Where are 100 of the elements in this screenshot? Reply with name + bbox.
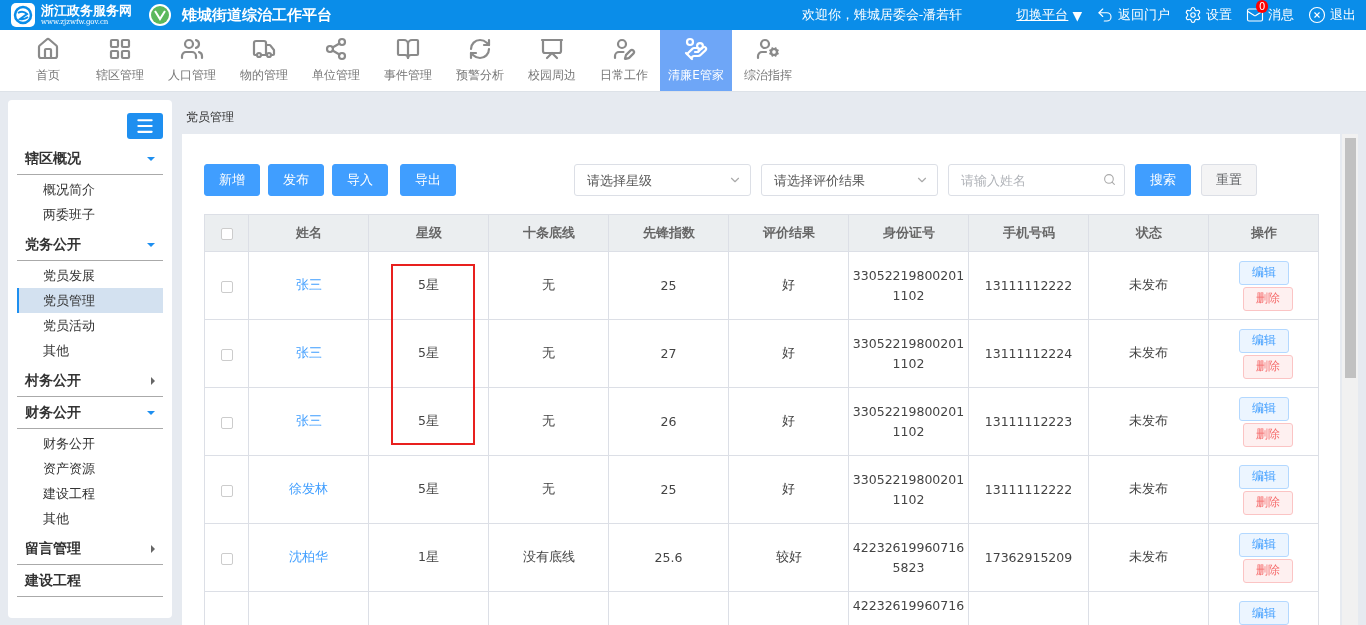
network-icon xyxy=(324,37,348,61)
nav-tab[interactable]: 首页 xyxy=(12,30,84,91)
column-header: 状态 xyxy=(1135,224,1162,240)
delete-button[interactable]: 删除 xyxy=(1242,286,1293,311)
sidebar-item[interactable]: 两委班子 xyxy=(17,202,163,227)
name-link[interactable]: 张三 xyxy=(295,413,322,428)
column-header: 先锋指数 xyxy=(642,224,695,240)
sidebar-item[interactable]: 资产资源 xyxy=(17,456,163,481)
edit-button[interactable]: 编辑 xyxy=(1238,532,1289,557)
table-cell: 未发布 xyxy=(1129,481,1168,496)
sidebar-item[interactable]: 概况简介 xyxy=(17,177,163,202)
table-cell-text: 42232619960716 xyxy=(852,597,965,615)
search-button[interactable]: 搜索 xyxy=(1135,164,1191,196)
sidebar-group[interactable]: 财务公开 xyxy=(17,397,163,429)
search-field[interactable]: 请输入姓名 xyxy=(948,164,1125,196)
table-cell: 无 xyxy=(542,345,555,360)
row-checkbox[interactable] xyxy=(220,416,233,429)
nav-tab[interactable]: 辖区管理 xyxy=(84,30,156,91)
user-pen-icon xyxy=(612,37,636,61)
row-checkbox[interactable] xyxy=(220,552,233,565)
nav-tab[interactable]: 校园周边 xyxy=(516,30,588,91)
undo-arrow-icon xyxy=(1096,6,1114,24)
platform-title: 雉城街道综治工作平台 xyxy=(182,5,332,25)
book-icon xyxy=(396,37,420,61)
table-cell: 26 xyxy=(660,414,677,429)
table-cell: 5星 xyxy=(418,481,439,496)
caret-right-icon xyxy=(151,544,155,553)
row-checkbox[interactable] xyxy=(220,348,233,361)
sidebar-group[interactable]: 留言管理 xyxy=(17,533,163,565)
people-icon xyxy=(180,37,204,61)
edit-button[interactable]: 编辑 xyxy=(1238,260,1289,285)
select-all-checkbox[interactable] xyxy=(220,228,233,240)
sidebar-item[interactable]: 党员发展 xyxy=(17,263,163,288)
column-header: 评价结果 xyxy=(762,224,815,240)
sidebar-item[interactable]: 党员活动 xyxy=(17,313,163,338)
table-cell: 未发布 xyxy=(1129,345,1168,360)
table-cell: 5星 xyxy=(418,277,439,292)
column-header: 星级 xyxy=(415,224,442,240)
back-link[interactable]: 返回门户 xyxy=(1096,6,1170,24)
select-field[interactable]: 请选择评价结果 xyxy=(761,164,938,196)
messages-link[interactable]: 消息 xyxy=(1268,6,1294,24)
logout-link[interactable]: 退出 xyxy=(1308,6,1356,24)
delete-button[interactable]: 删除 xyxy=(1242,422,1293,447)
sidebar-item[interactable]: 党员管理 xyxy=(17,288,163,313)
nav-tab[interactable]: 预警分析 xyxy=(444,30,516,91)
nav-tab[interactable]: 日常工作 xyxy=(588,30,660,91)
table-cell-text: 330522198002011102 xyxy=(852,402,965,441)
nav-tab[interactable]: 清廉E管家 xyxy=(660,30,732,91)
table-cell: 13111112223 xyxy=(984,414,1073,429)
row-checkbox[interactable] xyxy=(220,280,233,293)
portal-name: 浙江政务服务网 xyxy=(41,4,132,17)
select-field[interactable]: 请选择星级 xyxy=(574,164,751,196)
row-checkbox[interactable] xyxy=(220,484,233,497)
table-cell: 好 xyxy=(782,277,795,292)
edit-button[interactable]: 编辑 xyxy=(1238,396,1289,421)
table-cell: 13111112222 xyxy=(984,482,1073,497)
caret-down-icon xyxy=(147,156,155,161)
sidebar-group[interactable]: 建设工程 xyxy=(17,565,163,597)
name-link[interactable]: 沈柏华 xyxy=(289,549,328,564)
table-cell: 5星 xyxy=(418,413,439,428)
column-header: 姓名 xyxy=(295,224,322,240)
nav-tab[interactable]: 综治指挥 xyxy=(732,30,804,91)
sidebar-item[interactable]: 建设工程 xyxy=(17,481,163,506)
nav-tab[interactable]: 物的管理 xyxy=(228,30,300,91)
nav-tab[interactable]: 人口管理 xyxy=(156,30,228,91)
sidebar-item[interactable]: 财务公开 xyxy=(17,431,163,456)
nav-tab[interactable]: 单位管理 xyxy=(300,30,372,91)
menu-button[interactable] xyxy=(127,113,163,139)
search-icon xyxy=(1103,173,1116,186)
sidebar-group[interactable]: 村务公开 xyxy=(17,365,163,397)
table-cell: 25 xyxy=(660,482,677,497)
nav-tab[interactable]: 事件管理 xyxy=(372,30,444,91)
scrollbar[interactable] xyxy=(1342,134,1358,625)
toolbar-button[interactable]: 发布 xyxy=(268,164,324,196)
toolbar-button[interactable]: 新增 xyxy=(204,164,260,196)
sidebar-group[interactable]: 辖区概况 xyxy=(17,143,163,175)
name-link[interactable]: 张三 xyxy=(295,277,322,292)
name-link[interactable]: 徐发林 xyxy=(289,481,328,496)
delete-button[interactable]: 删除 xyxy=(1242,354,1293,379)
table-cell-text: 422326199607165823 xyxy=(852,538,965,577)
reset-button[interactable]: 重置 xyxy=(1201,164,1257,196)
caret-right-icon xyxy=(151,376,155,385)
table-cell: 没有底线 xyxy=(522,549,575,564)
sidebar-group[interactable]: 党务公开 xyxy=(17,229,163,261)
toolbar-button[interactable]: 导入 xyxy=(332,164,388,196)
sidebar-item[interactable]: 其他 xyxy=(17,506,163,531)
switch-platform-link[interactable]: 切换平台 ▼ xyxy=(1016,6,1082,24)
delete-button[interactable]: 删除 xyxy=(1242,490,1293,515)
menu-icon xyxy=(135,116,155,136)
edit-button[interactable]: 编辑 xyxy=(1238,464,1289,489)
edit-button[interactable]: 编辑 xyxy=(1238,601,1289,625)
table-cell: 5星 xyxy=(418,345,439,360)
toolbar-button[interactable]: 导出 xyxy=(400,164,456,196)
sidebar-item[interactable]: 其他 xyxy=(17,338,163,363)
edit-button[interactable]: 编辑 xyxy=(1238,328,1289,353)
grid-icon xyxy=(108,37,132,61)
delete-button[interactable]: 删除 xyxy=(1242,558,1293,583)
table-cell: 好 xyxy=(782,345,795,360)
settings-link[interactable]: 设置 xyxy=(1184,6,1232,24)
name-link[interactable]: 张三 xyxy=(295,345,322,360)
